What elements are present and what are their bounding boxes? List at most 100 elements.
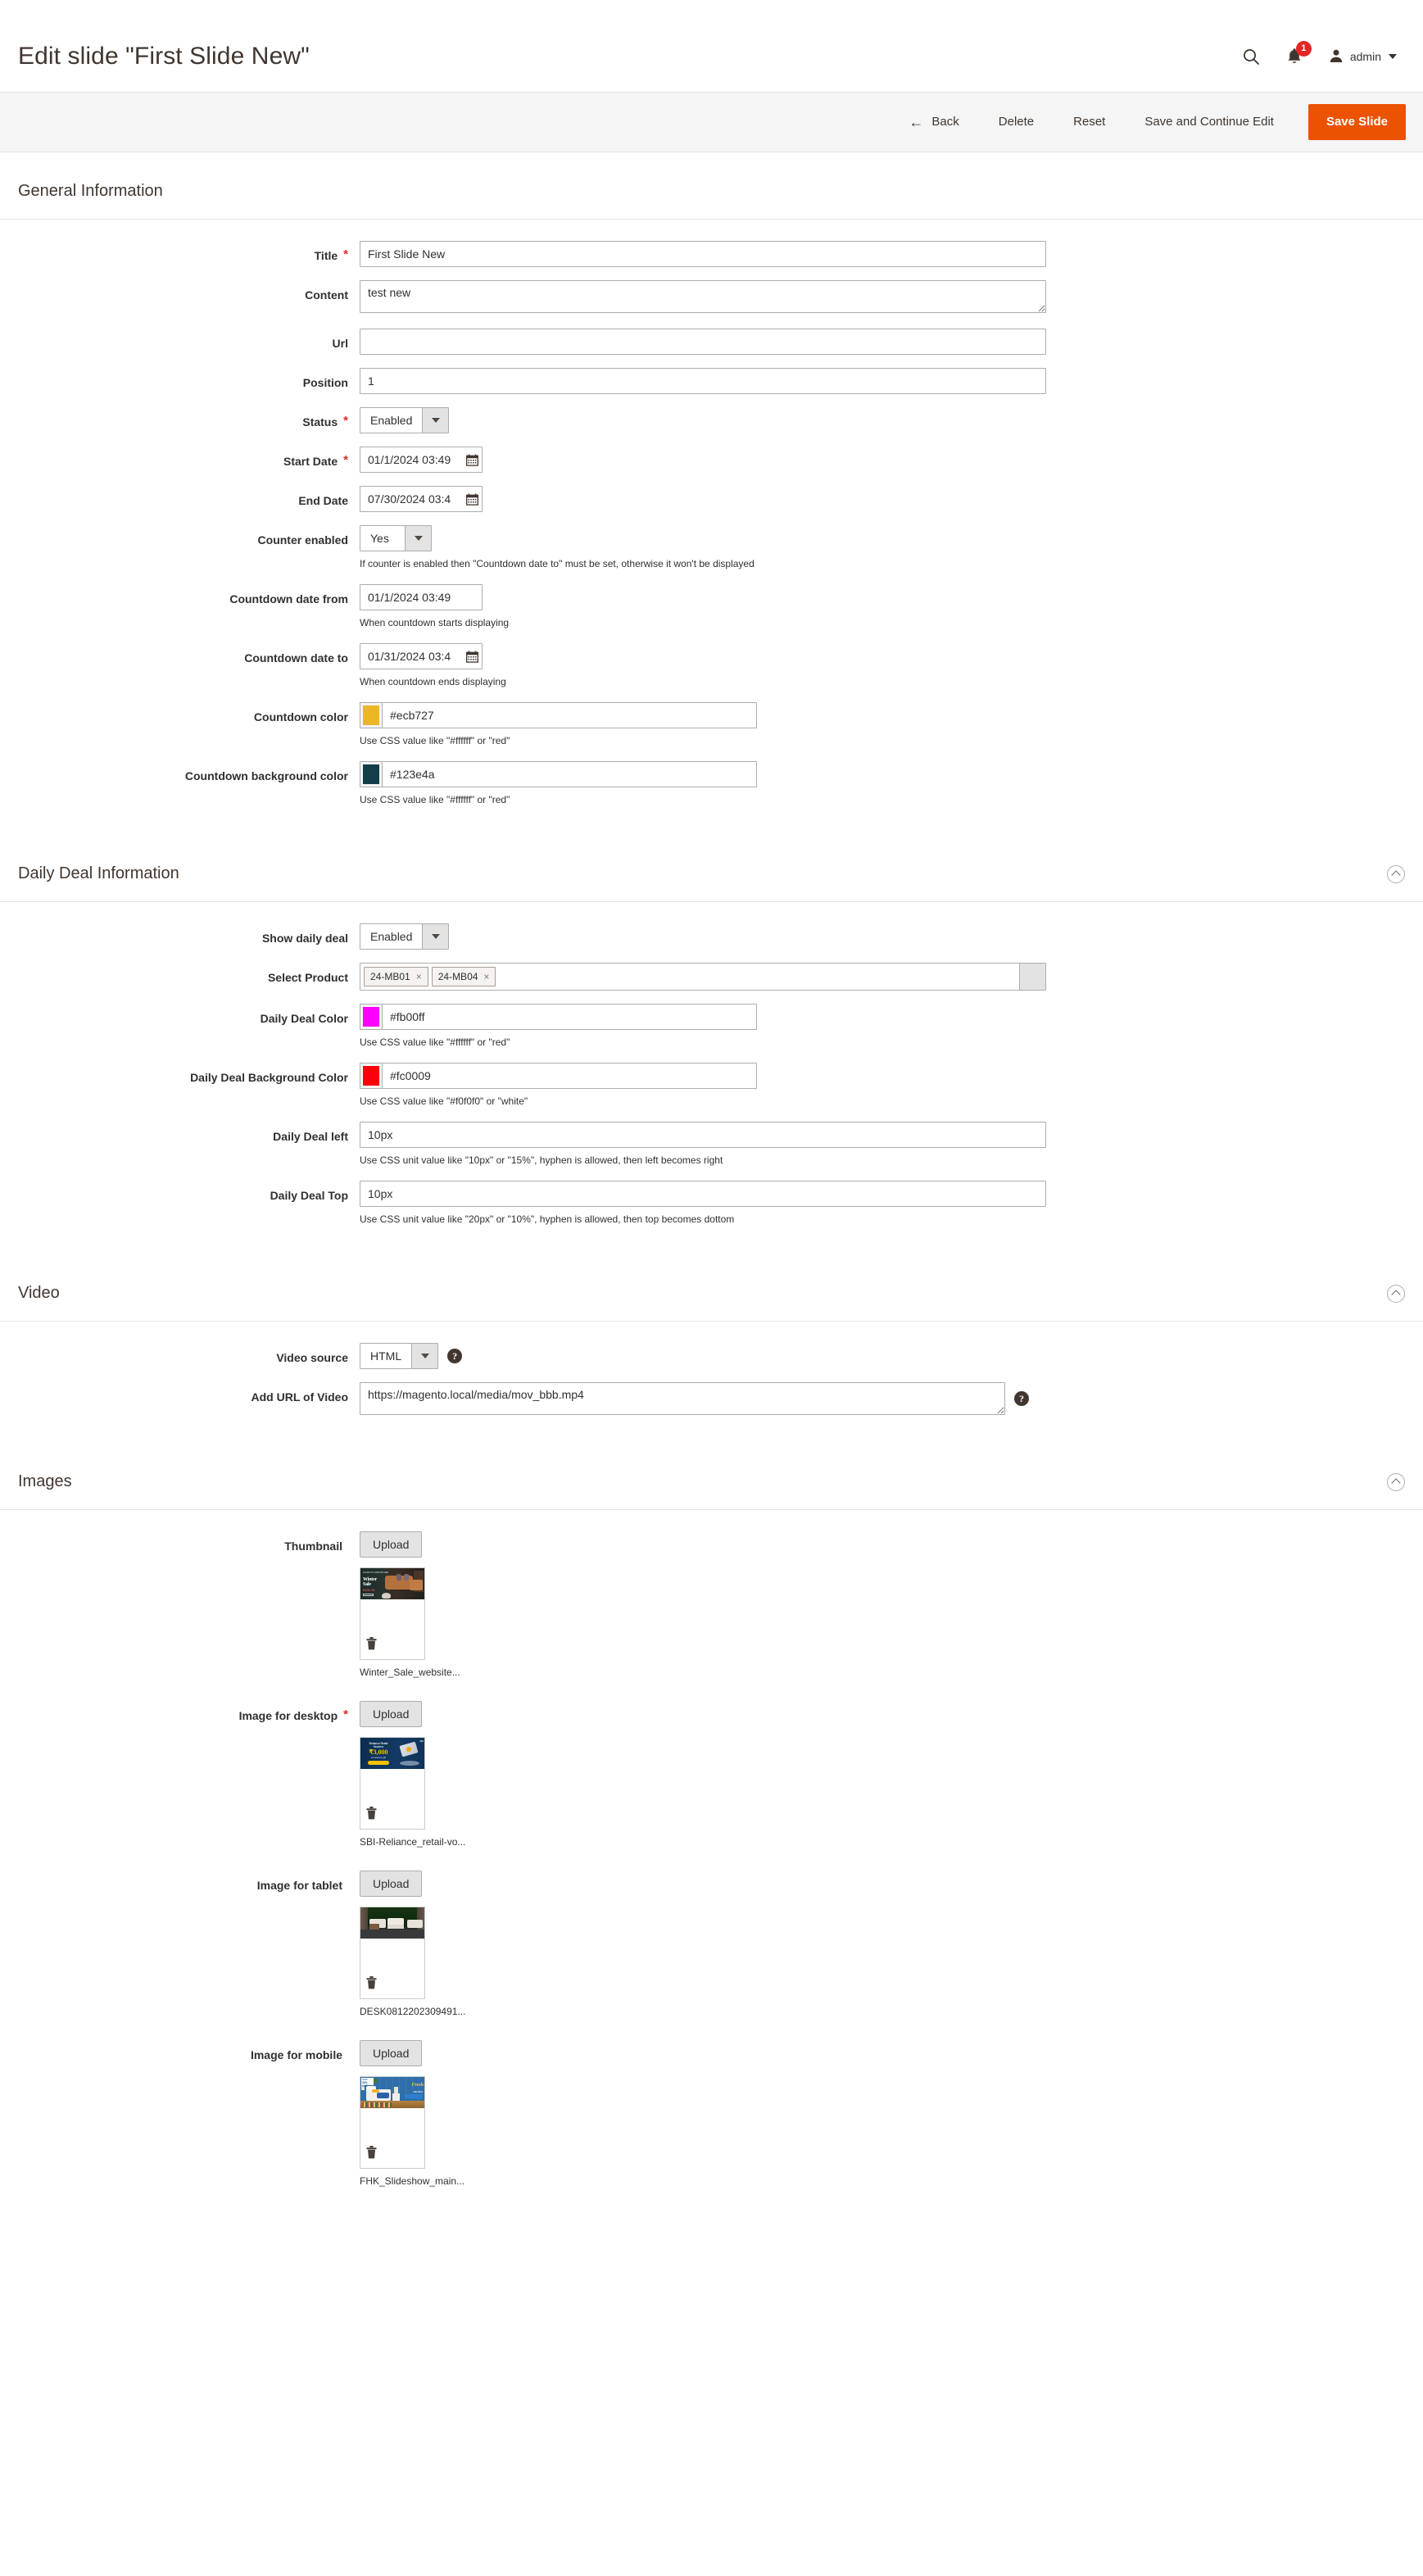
- chevron-down-icon[interactable]: [1019, 964, 1045, 990]
- save-and-continue-button[interactable]: Save and Continue Edit: [1125, 106, 1294, 138]
- label-url: Url: [0, 329, 360, 352]
- control-countdown-color: Use CSS value like "#ffffff" or "red": [360, 702, 1423, 748]
- countdown-color-swatch-button[interactable]: [360, 702, 382, 728]
- field-row-video-url: Add URL of Video ?: [0, 1382, 1423, 1415]
- label-image-thumbnail-text: Thumbnail: [284, 1540, 342, 1553]
- collapse-toggle-daily-deal[interactable]: [1387, 864, 1405, 883]
- upload-button-desktop[interactable]: Upload: [360, 1701, 423, 1727]
- remove-token-icon[interactable]: ×: [416, 972, 422, 982]
- status-select[interactable]: Enabled: [360, 407, 450, 433]
- page-actions-toolbar: ← Back Delete Reset Save and Continue Ed…: [0, 92, 1423, 152]
- label-show-daily-deal: Show daily deal: [0, 923, 360, 947]
- image-preview-desktop: SBI Reliance Retail Voucher ₹3,000 as wel…: [360, 1738, 424, 1769]
- notifications-count-badge: 1: [1295, 41, 1312, 57]
- select-product-multiselect[interactable]: 24-MB01 × 24-MB04 ×: [360, 963, 1046, 991]
- section-header-images[interactable]: Images: [0, 1443, 1423, 1510]
- chevron-down-icon[interactable]: [411, 1344, 438, 1368]
- delete-image-icon[interactable]: [366, 1637, 377, 1653]
- label-counter-enabled: Counter enabled: [0, 525, 360, 549]
- upload-button-thumbnail[interactable]: Upload: [360, 1531, 423, 1558]
- section-header-general[interactable]: General Information: [0, 152, 1423, 220]
- deal-bg-color-input[interactable]: [382, 1063, 757, 1089]
- control-countdown-to: 01/31/2024 03:4 When countdown ends disp…: [360, 643, 1423, 689]
- field-row-deal-left: Daily Deal left Use CSS unit value like …: [0, 1122, 1423, 1168]
- image-card-thumbnail: CASEYS FURNITURE Winter Sale NOW ON: [360, 1567, 425, 1660]
- required-asterisk: *: [343, 453, 348, 467]
- chevron-down-icon[interactable]: [422, 408, 449, 433]
- image-filename-desktop: SBI-Reliance_retail-vo...: [360, 1836, 466, 1848]
- field-row-image-tablet: Image for tablet Upload DESK081220230949…: [0, 1871, 1423, 2017]
- field-row-image-desktop: Image for desktop * Upload SBI Reliance …: [0, 1701, 1423, 1848]
- countdown-to-value: 01/31/2024 03:4: [368, 650, 451, 663]
- calendar-icon[interactable]: [466, 454, 478, 466]
- url-input[interactable]: [360, 329, 1046, 355]
- control-deal-color: Use CSS value like "#ffffff" or "red": [360, 1004, 1423, 1050]
- help-icon[interactable]: ?: [1014, 1391, 1029, 1406]
- collapse-toggle-video[interactable]: [1387, 1284, 1405, 1303]
- label-deal-color-text: Daily Deal Color: [260, 1012, 348, 1025]
- deal-color-input[interactable]: [382, 1004, 757, 1030]
- video-source-select[interactable]: HTML: [360, 1343, 439, 1369]
- title-input[interactable]: [360, 241, 1046, 267]
- label-end-date: End Date: [0, 486, 360, 510]
- label-deal-top-text: Daily Deal Top: [270, 1189, 348, 1202]
- required-asterisk: *: [343, 1708, 348, 1721]
- section-header-video[interactable]: Video: [0, 1254, 1423, 1322]
- countdown-color-row: [360, 702, 1423, 728]
- countdown-bg-color-swatch-button[interactable]: [360, 761, 382, 787]
- chevron-down-icon[interactable]: [422, 924, 449, 949]
- show-daily-deal-select[interactable]: Enabled: [360, 923, 450, 950]
- control-deal-top: Use CSS unit value like "20px" or "10%",…: [360, 1181, 1423, 1227]
- required-asterisk: *: [343, 247, 348, 261]
- deal-top-input[interactable]: [360, 1181, 1046, 1207]
- deal-color-swatch-button[interactable]: [360, 1004, 382, 1030]
- calendar-icon[interactable]: [466, 493, 478, 506]
- control-deal-left: Use CSS unit value like "10px" or "15%",…: [360, 1122, 1423, 1168]
- content-textarea[interactable]: [360, 280, 1046, 313]
- field-row-deal-bg-color: Daily Deal Background Color Use CSS valu…: [0, 1063, 1423, 1109]
- delete-image-icon[interactable]: [366, 1807, 377, 1822]
- section-general-information: General Information Title * Content Ur: [0, 152, 1423, 835]
- product-token[interactable]: 24-MB01 ×: [364, 967, 428, 986]
- position-input[interactable]: [360, 368, 1046, 394]
- reset-button[interactable]: Reset: [1054, 106, 1125, 138]
- label-end-date-text: End Date: [298, 494, 348, 507]
- collapse-toggle-images[interactable]: [1387, 1472, 1405, 1491]
- countdown-from-field[interactable]: 01/1/2024 03:49: [360, 584, 483, 610]
- label-status: Status *: [0, 407, 360, 431]
- label-content-text: Content: [305, 288, 348, 302]
- search-icon[interactable]: [1242, 48, 1260, 66]
- admin-menu[interactable]: admin: [1329, 48, 1397, 66]
- product-token[interactable]: 24-MB04 ×: [431, 967, 496, 986]
- delete-image-icon[interactable]: [366, 1976, 377, 1992]
- label-countdown-to-text: Countdown date to: [244, 651, 348, 664]
- upload-button-mobile[interactable]: Upload: [360, 2040, 423, 2066]
- field-row-position: Position: [0, 368, 1423, 394]
- label-select-product: Select Product: [0, 963, 360, 986]
- counter-enabled-select[interactable]: Yes: [360, 525, 432, 551]
- start-date-field[interactable]: 01/1/2024 03:49: [360, 447, 483, 473]
- control-content: [360, 280, 1423, 315]
- delete-button[interactable]: Delete: [979, 106, 1054, 138]
- notifications-bell-icon[interactable]: 1: [1286, 41, 1312, 66]
- remove-token-icon[interactable]: ×: [483, 972, 489, 982]
- field-row-start-date: Start Date * 01/1/2024 03:49: [0, 447, 1423, 473]
- section-header-daily-deal[interactable]: Daily Deal Information: [0, 835, 1423, 902]
- back-button[interactable]: ← Back: [897, 106, 978, 138]
- end-date-field[interactable]: 07/30/2024 03:4: [360, 486, 483, 512]
- image-card-tablet: [360, 1907, 425, 1999]
- countdown-from-note: When countdown starts displaying: [360, 617, 510, 628]
- video-url-textarea[interactable]: [360, 1382, 1005, 1415]
- countdown-to-field[interactable]: 01/31/2024 03:4: [360, 643, 483, 669]
- delete-image-icon[interactable]: [366, 2146, 377, 2161]
- deal-bg-color-swatch-button[interactable]: [360, 1063, 382, 1089]
- upload-button-tablet[interactable]: Upload: [360, 1871, 423, 1897]
- save-slide-button[interactable]: Save Slide: [1307, 104, 1406, 140]
- help-icon[interactable]: ?: [447, 1349, 463, 1363]
- deal-left-input[interactable]: [360, 1122, 1046, 1148]
- countdown-color-input[interactable]: [382, 702, 757, 728]
- chevron-down-icon[interactable]: [405, 526, 431, 551]
- countdown-bg-color-input[interactable]: [382, 761, 757, 787]
- label-show-daily-deal-text: Show daily deal: [261, 932, 348, 945]
- calendar-icon[interactable]: [466, 651, 478, 663]
